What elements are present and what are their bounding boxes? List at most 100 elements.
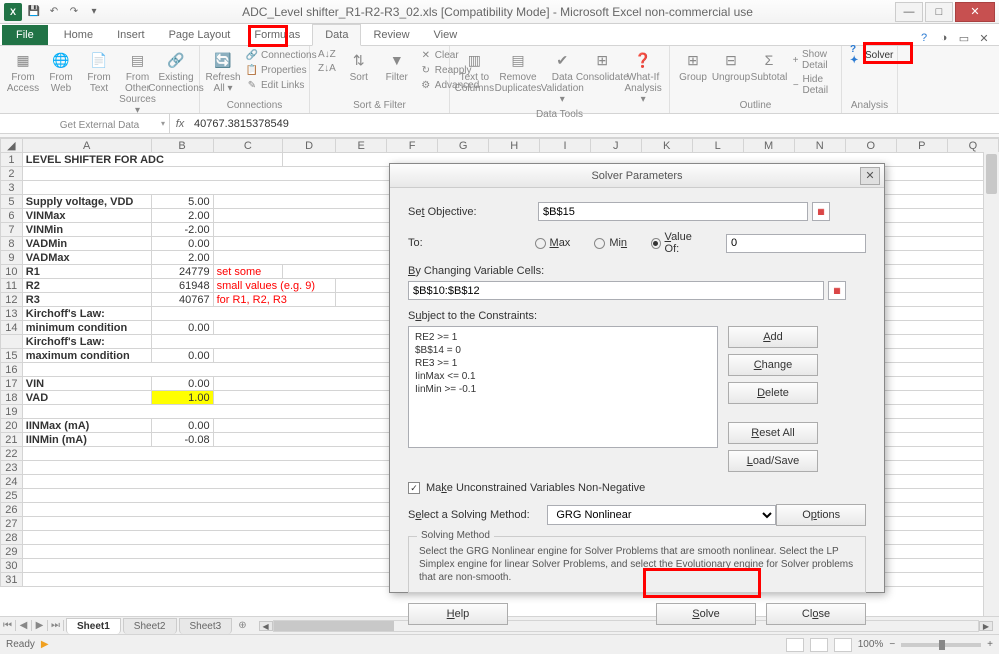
macro-record-icon[interactable]: ▶ bbox=[41, 639, 49, 650]
undo-icon[interactable]: ↶ bbox=[46, 4, 62, 20]
cell[interactable]: Kirchoff's Law: bbox=[22, 307, 151, 321]
tab-insert[interactable]: Insert bbox=[105, 25, 157, 45]
cell[interactable]: 61948 bbox=[151, 279, 213, 293]
row-header[interactable]: 10 bbox=[1, 265, 23, 279]
change-button[interactable]: Change bbox=[728, 354, 818, 376]
tab-home[interactable]: Home bbox=[52, 25, 105, 45]
subtotal-button[interactable]: ΣSubtotal bbox=[752, 48, 786, 85]
help-icon[interactable]: ? bbox=[917, 31, 931, 45]
row-header[interactable]: 21 bbox=[1, 433, 23, 447]
col-header[interactable]: K bbox=[641, 139, 692, 153]
consolidate-button[interactable]: ⊞Consolidate bbox=[585, 48, 619, 85]
qat-more-icon[interactable]: ▾ bbox=[86, 4, 102, 20]
row-header[interactable]: 11 bbox=[1, 279, 23, 293]
row-header[interactable]: 18 bbox=[1, 391, 23, 405]
row-header[interactable]: 9 bbox=[1, 251, 23, 265]
delete-button[interactable]: Delete bbox=[728, 382, 818, 404]
row-header[interactable] bbox=[1, 335, 23, 349]
radio-min[interactable]: Min bbox=[594, 237, 627, 249]
col-header[interactable]: F bbox=[387, 139, 438, 153]
col-header[interactable]: D bbox=[283, 139, 336, 153]
cell[interactable]: 2.00 bbox=[151, 209, 213, 223]
row-header[interactable]: 26 bbox=[1, 503, 23, 517]
col-header[interactable]: I bbox=[540, 139, 591, 153]
formula-input[interactable]: 40767.3815378549 bbox=[190, 118, 999, 130]
sort-az-button[interactable]: A↓Z bbox=[316, 48, 338, 61]
options-button[interactable]: Options bbox=[776, 504, 866, 526]
sort-za-button[interactable]: Z↓A bbox=[316, 62, 338, 75]
cell[interactable]: -2.00 bbox=[151, 223, 213, 237]
load-save-button[interactable]: Load/Save bbox=[728, 450, 818, 472]
filter-button[interactable]: ▼Filter bbox=[380, 48, 414, 85]
reset-all-button[interactable]: Reset All bbox=[728, 422, 818, 444]
connections-button[interactable]: 🔗Connections bbox=[244, 48, 319, 62]
from-text-button[interactable]: 📄From Text bbox=[82, 48, 116, 96]
edit-links-button[interactable]: ✎Edit Links bbox=[244, 78, 319, 92]
from-web-button[interactable]: 🌐From Web bbox=[44, 48, 78, 96]
sheet-nav-last[interactable]: ⏭ bbox=[48, 620, 64, 631]
changing-cells-input[interactable] bbox=[408, 281, 824, 300]
row-header[interactable]: 7 bbox=[1, 223, 23, 237]
row-header[interactable]: 16 bbox=[1, 363, 23, 377]
tab-page-layout[interactable]: Page Layout bbox=[157, 25, 243, 45]
row-header[interactable]: 15 bbox=[1, 349, 23, 363]
save-icon[interactable]: 💾 bbox=[26, 4, 42, 20]
cell[interactable]: maximum condition bbox=[22, 349, 151, 363]
cell[interactable]: IINMax (mA) bbox=[22, 419, 151, 433]
col-header[interactable]: M bbox=[743, 139, 794, 153]
row-header[interactable]: 17 bbox=[1, 377, 23, 391]
cell[interactable]: minimum condition bbox=[22, 321, 151, 335]
cell[interactable]: VINMin bbox=[22, 223, 151, 237]
cell[interactable]: LEVEL SHIFTER FOR ADC bbox=[22, 153, 282, 167]
cell[interactable]: 0.00 bbox=[151, 237, 213, 251]
minimize-button[interactable]: — bbox=[895, 2, 923, 22]
cell[interactable]: R1 bbox=[22, 265, 151, 279]
cell[interactable]: R2 bbox=[22, 279, 151, 293]
view-pagebreak-button[interactable] bbox=[834, 638, 852, 652]
tab-formulas[interactable]: Formulas bbox=[242, 25, 312, 45]
refresh-all-button[interactable]: 🔄Refresh All ▾ bbox=[206, 48, 240, 96]
cell[interactable]: VADMin bbox=[22, 237, 151, 251]
row-header[interactable]: 22 bbox=[1, 447, 23, 461]
solve-button[interactable]: Solve bbox=[656, 603, 756, 625]
solver-button[interactable]: ?✦Solver bbox=[848, 48, 895, 62]
close-dialog-button[interactable]: Close bbox=[766, 603, 866, 625]
row-header[interactable]: 14 bbox=[1, 321, 23, 335]
objective-input[interactable] bbox=[538, 202, 808, 221]
cell[interactable]: 2.00 bbox=[151, 251, 213, 265]
objective-ref-icon[interactable]: ▦ bbox=[812, 202, 830, 221]
cell[interactable]: VIN bbox=[22, 377, 151, 391]
redo-icon[interactable]: ↷ bbox=[66, 4, 82, 20]
cell[interactable]: 0.00 bbox=[151, 377, 213, 391]
radio-value-of[interactable]: Value Of: bbox=[651, 231, 702, 255]
zoom-slider[interactable] bbox=[901, 643, 981, 647]
row-header[interactable]: 1 bbox=[1, 153, 23, 167]
zoom-in-button[interactable]: + bbox=[987, 639, 993, 650]
workbook-close-icon[interactable]: ✕ bbox=[977, 31, 991, 45]
cell[interactable]: VINMax bbox=[22, 209, 151, 223]
row-header[interactable]: 5 bbox=[1, 195, 23, 209]
row-header[interactable]: 6 bbox=[1, 209, 23, 223]
cell[interactable]: 1.00 bbox=[151, 391, 213, 405]
tab-data[interactable]: Data bbox=[312, 24, 361, 46]
col-header[interactable]: P bbox=[896, 139, 947, 153]
name-box[interactable] bbox=[0, 114, 170, 133]
tab-view[interactable]: View bbox=[422, 25, 470, 45]
col-header[interactable]: O bbox=[845, 139, 896, 153]
col-header[interactable]: A bbox=[22, 139, 151, 153]
col-header[interactable]: E bbox=[336, 139, 387, 153]
cell[interactable]: Supply voltage, VDD bbox=[22, 195, 151, 209]
row-header[interactable]: 27 bbox=[1, 517, 23, 531]
cell[interactable]: 5.00 bbox=[151, 195, 213, 209]
fx-icon[interactable]: fx bbox=[170, 118, 190, 130]
row-header[interactable]: 31 bbox=[1, 573, 23, 587]
view-pagelayout-button[interactable] bbox=[810, 638, 828, 652]
zoom-out-button[interactable]: − bbox=[889, 639, 895, 650]
col-header[interactable]: N bbox=[794, 139, 845, 153]
row-header[interactable]: 24 bbox=[1, 475, 23, 489]
remove-duplicates-button[interactable]: ▤Remove Duplicates bbox=[497, 48, 540, 96]
from-access-button[interactable]: ▦From Access bbox=[6, 48, 40, 96]
row-header[interactable]: 30 bbox=[1, 559, 23, 573]
cell[interactable]: IINMin (mA) bbox=[22, 433, 151, 447]
sheet-tab-2[interactable]: Sheet2 bbox=[123, 618, 177, 634]
